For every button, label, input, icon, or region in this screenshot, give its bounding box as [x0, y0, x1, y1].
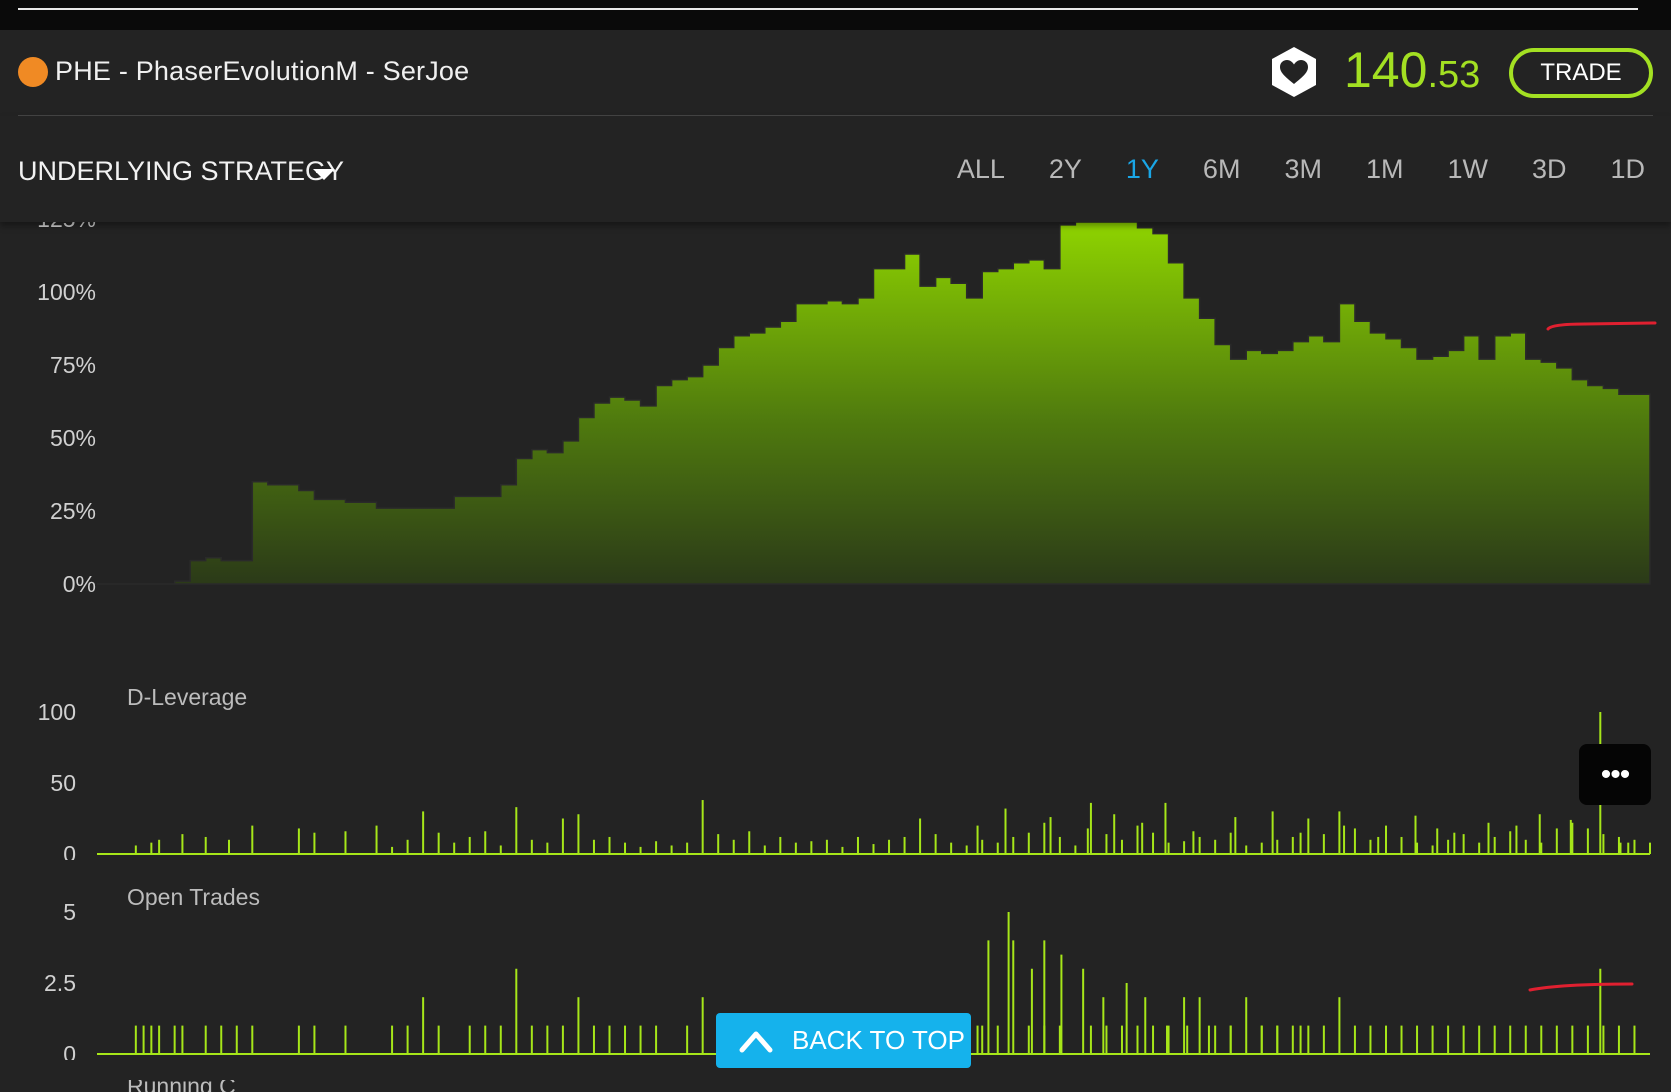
- next-section-label: Running C: [127, 1080, 267, 1092]
- y-tick-label: 100%: [37, 279, 96, 305]
- instrument-header: PHE - PhaserEvolutionM - SerJoe 140.53 T…: [0, 30, 1671, 116]
- red-annotation-mark: [1528, 982, 1634, 992]
- chevron-up-icon: [739, 1031, 773, 1052]
- price-display: 140.53: [1344, 41, 1480, 99]
- top-divider-line: [18, 8, 1638, 10]
- period-tab-1d[interactable]: 1D: [1610, 154, 1645, 185]
- y-tick-label: 0: [63, 841, 76, 860]
- y-tick-label: 0%: [63, 571, 96, 597]
- instrument-title: PHE - PhaserEvolutionM - SerJoe: [55, 56, 470, 86]
- y-tick-label: 50: [50, 770, 76, 796]
- y-tick-label: 100: [38, 699, 76, 725]
- back-to-top-label: BACK TO TOP: [792, 1025, 965, 1055]
- more-options-button[interactable]: •••: [1579, 744, 1651, 805]
- performance-chart: 0% 25% 50% 75% 100% 125%: [37, 222, 1657, 597]
- period-tab-1m[interactable]: 1M: [1366, 154, 1404, 185]
- y-tick-label: 2.5: [44, 970, 76, 996]
- favorite-heart-icon[interactable]: [1270, 46, 1318, 98]
- period-tab-1y[interactable]: 1Y: [1126, 154, 1159, 185]
- top-status-bar: [0, 0, 1671, 30]
- y-tick-label: 25%: [50, 498, 96, 524]
- performance-area: [97, 222, 1651, 585]
- chevron-down-icon[interactable]: [313, 169, 335, 180]
- period-tab-all[interactable]: ALL: [957, 154, 1005, 185]
- y-tick-label: 0: [63, 1041, 76, 1060]
- y-tick-label: 5: [63, 899, 76, 925]
- y-tick-label: 75%: [50, 352, 96, 378]
- y-tick-label: 50%: [50, 425, 96, 451]
- period-tab-6m[interactable]: 6M: [1203, 154, 1241, 185]
- trade-button[interactable]: TRADE: [1509, 48, 1653, 98]
- period-tab-3m[interactable]: 3M: [1284, 154, 1322, 185]
- price-decimal: .53: [1427, 54, 1481, 96]
- period-tab-1w[interactable]: 1W: [1447, 154, 1488, 185]
- back-to-top-button[interactable]: BACK TO TOP: [716, 1013, 971, 1068]
- chart-controls: UNDERLYING STRATEGY ALL 2Y 1Y 6M 3M 1M 1W 3D 1D: [0, 116, 1671, 222]
- period-tab-2y[interactable]: 2Y: [1049, 154, 1082, 185]
- d-leverage-chart: 0 50 100: [38, 699, 1651, 860]
- red-annotation-mark: [1546, 321, 1657, 331]
- y-tick-label: 125%: [37, 222, 96, 232]
- period-tab-3d[interactable]: 3D: [1532, 154, 1567, 185]
- price-integer: 140: [1344, 42, 1428, 98]
- status-dot: [18, 57, 48, 87]
- period-selector: ALL 2Y 1Y 6M 3M 1M 1W 3D 1D: [913, 154, 1645, 185]
- strategy-dropdown-label[interactable]: UNDERLYING STRATEGY: [18, 156, 344, 187]
